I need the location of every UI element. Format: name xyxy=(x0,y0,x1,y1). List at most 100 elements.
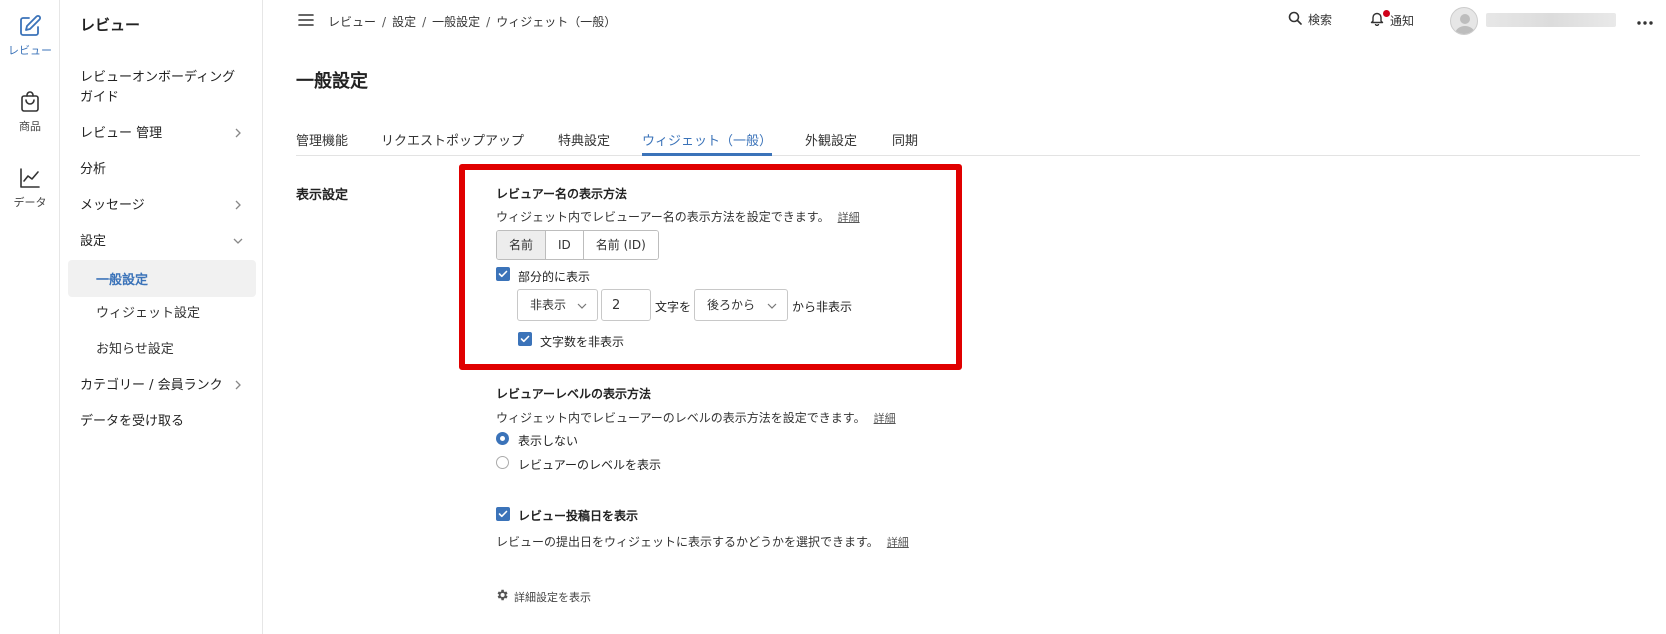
edit-icon xyxy=(0,14,60,38)
sidebar-item-label: データを受け取る xyxy=(80,414,185,429)
sidebar-subitem-notification-settings[interactable]: お知らせ設定 xyxy=(96,340,174,360)
breadcrumb-separator: / xyxy=(422,15,427,29)
sidebar-subitem-widget-settings[interactable]: ウィジェット設定 xyxy=(96,304,200,324)
rail-label: 商品 xyxy=(19,120,41,133)
tab-appearance[interactable]: 外観設定 xyxy=(805,130,857,156)
chevron-right-icon xyxy=(232,378,244,398)
breadcrumb-item[interactable]: 一般設定 xyxy=(432,13,480,30)
sidebar-item-review-management[interactable]: レビュー 管理 xyxy=(80,124,252,144)
sidebar-item-label: レビューオンボーディング xyxy=(80,70,236,85)
partial-display-checkbox[interactable] xyxy=(496,267,510,281)
mode-select[interactable]: 非表示 xyxy=(517,289,598,321)
show-advanced-settings-button[interactable]: 詳細設定を表示 xyxy=(495,588,591,605)
chars-text: 文字を xyxy=(655,300,692,314)
gear-icon xyxy=(495,588,509,605)
post-date-description: レビューの提出日をウィジェットに表示するかどうかを選択できます。 詳細 xyxy=(496,533,909,550)
sidebar-item-analytics[interactable]: 分析 xyxy=(80,160,252,180)
chart-icon xyxy=(0,166,60,190)
radio-hide-level-label: 表示しない xyxy=(518,434,579,448)
radio-show-level-label: レビュアーのレベルを表示 xyxy=(518,458,662,472)
avatar[interactable] xyxy=(1450,7,1478,35)
sidebar-item-onboarding-guide[interactable]: レビューオンボーディング ガイド xyxy=(80,68,252,108)
page-title: 一般設定 xyxy=(296,71,368,92)
description-text: レビューの提出日をウィジェットに表示するかどうかを選択できます。 xyxy=(496,535,879,549)
breadcrumb-item: ウィジェット（一般） xyxy=(496,15,617,29)
top-bar: レビュー / 設定 / 一般設定 / ウィジェット（一般） 検索 通知 xyxy=(264,0,1666,42)
sidebar-item-label: メッセージ xyxy=(80,198,145,213)
sidebar: レビュー レビューオンボーディング ガイド レビュー 管理 分析 メッセージ 設… xyxy=(61,0,263,634)
show-post-date-checkbox[interactable] xyxy=(496,507,510,521)
breadcrumb-item[interactable]: 設定 xyxy=(392,13,416,30)
notification-button[interactable]: 通知 xyxy=(1370,10,1415,29)
tab-benefits[interactable]: 特典設定 xyxy=(558,130,610,156)
chevron-right-icon xyxy=(232,126,244,146)
segment-name[interactable]: 名前 xyxy=(497,231,547,259)
detail-link[interactable]: 詳細 xyxy=(874,412,896,425)
rail-label: データ xyxy=(13,196,47,209)
segment-id[interactable]: ID xyxy=(546,231,584,259)
name-format-segmented-control: 名前 ID 名前 (ID) xyxy=(496,230,659,260)
breadcrumb: レビュー / 設定 / 一般設定 / ウィジェット（一般） xyxy=(328,13,616,30)
more-menu-icon[interactable] xyxy=(1636,11,1654,30)
sidebar-item-label: レビュー 管理 xyxy=(80,126,163,141)
tab-management[interactable]: 管理機能 xyxy=(296,130,348,156)
reviewer-level-description: ウィジェット内でレビューアーのレベルの表示方法を設定できます。 詳細 xyxy=(496,409,896,426)
sidebar-subitem-label: ウィジェット設定 xyxy=(96,306,201,321)
breadcrumb-item[interactable]: レビュー xyxy=(328,13,376,30)
hamburger-menu-icon[interactable] xyxy=(298,13,314,31)
rail-item-data[interactable]: データ xyxy=(0,166,60,210)
bell-icon xyxy=(1370,10,1390,29)
search-icon xyxy=(1288,11,1302,28)
char-count-input[interactable] xyxy=(601,289,651,321)
shopping-bag-icon xyxy=(0,90,60,114)
direction-select[interactable]: 後ろから xyxy=(694,289,788,321)
reviewer-level-title: レビュアーレベルの表示方法 xyxy=(496,387,652,401)
detail-link[interactable]: 詳細 xyxy=(838,211,860,224)
rail-item-products[interactable]: 商品 xyxy=(0,90,60,134)
sidebar-item-label: 設定 xyxy=(80,234,107,249)
rail-label: レビュー xyxy=(8,44,52,57)
rail-item-review[interactable]: レビュー xyxy=(0,14,60,58)
search-label: 検索 xyxy=(1308,13,1333,27)
advanced-settings-label: 詳細設定を表示 xyxy=(514,590,591,604)
notification-dot xyxy=(1383,10,1390,17)
tab-bar: 管理機能 リクエストポップアップ 特典設定 ウィジェット（一般） 外観設定 同期 xyxy=(296,126,1640,156)
sidebar-subitem-label: お知らせ設定 xyxy=(96,342,174,357)
breadcrumb-separator: / xyxy=(382,15,387,29)
sidebar-subitem-general-settings[interactable]: 一般設定 xyxy=(68,260,256,297)
sidebar-item-category-rank[interactable]: カテゴリー / 会員ランク xyxy=(80,376,252,396)
search-button[interactable]: 検索 xyxy=(1288,11,1332,28)
show-post-date-label: レビュー投稿日を表示 xyxy=(518,509,639,523)
partial-display-label: 部分的に表示 xyxy=(518,270,591,284)
notification-label: 通知 xyxy=(1390,13,1415,28)
tab-sync[interactable]: 同期 xyxy=(892,130,918,156)
reviewer-name-title: レビュアー名の表示方法 xyxy=(496,187,628,201)
sidebar-item-label: ガイド xyxy=(80,90,120,105)
description-text: ウィジェット内でレビューアー名の表示方法を設定できます。 xyxy=(496,210,830,224)
icon-rail: レビュー 商品 データ xyxy=(0,0,60,634)
sidebar-subitem-label: 一般設定 xyxy=(96,273,149,288)
section-label-display-settings: 表示設定 xyxy=(296,188,349,203)
sidebar-item-receive-data[interactable]: データを受け取る xyxy=(80,412,252,432)
sidebar-title: レビュー xyxy=(80,16,141,34)
tab-widget-general[interactable]: ウィジェット（一般） xyxy=(642,130,773,156)
breadcrumb-separator: / xyxy=(486,15,491,29)
username-redacted xyxy=(1486,13,1616,27)
chevron-right-icon xyxy=(232,198,244,218)
chevron-down-icon xyxy=(232,234,244,254)
segment-name-id[interactable]: 名前 (ID) xyxy=(583,231,658,259)
sidebar-item-label: 分析 xyxy=(80,162,107,177)
direction-select-value: 後ろから xyxy=(707,298,756,312)
reviewer-name-description: ウィジェット内でレビューアー名の表示方法を設定できます。 詳細 xyxy=(496,208,860,225)
radio-show-level[interactable] xyxy=(496,456,509,469)
sidebar-item-messages[interactable]: メッセージ xyxy=(80,196,252,216)
hide-char-count-label: 文字数を非表示 xyxy=(540,335,625,349)
sidebar-item-settings[interactable]: 設定 xyxy=(80,232,252,252)
suffix-text: から非表示 xyxy=(792,300,853,314)
sidebar-item-label: カテゴリー / 会員ランク xyxy=(80,378,223,393)
hide-char-count-checkbox[interactable] xyxy=(518,332,532,346)
detail-link[interactable]: 詳細 xyxy=(887,536,909,549)
description-text: ウィジェット内でレビューアーのレベルの表示方法を設定できます。 xyxy=(496,411,866,425)
tab-request-popup[interactable]: リクエストポップアップ xyxy=(381,130,524,156)
radio-hide-level[interactable] xyxy=(496,432,509,445)
